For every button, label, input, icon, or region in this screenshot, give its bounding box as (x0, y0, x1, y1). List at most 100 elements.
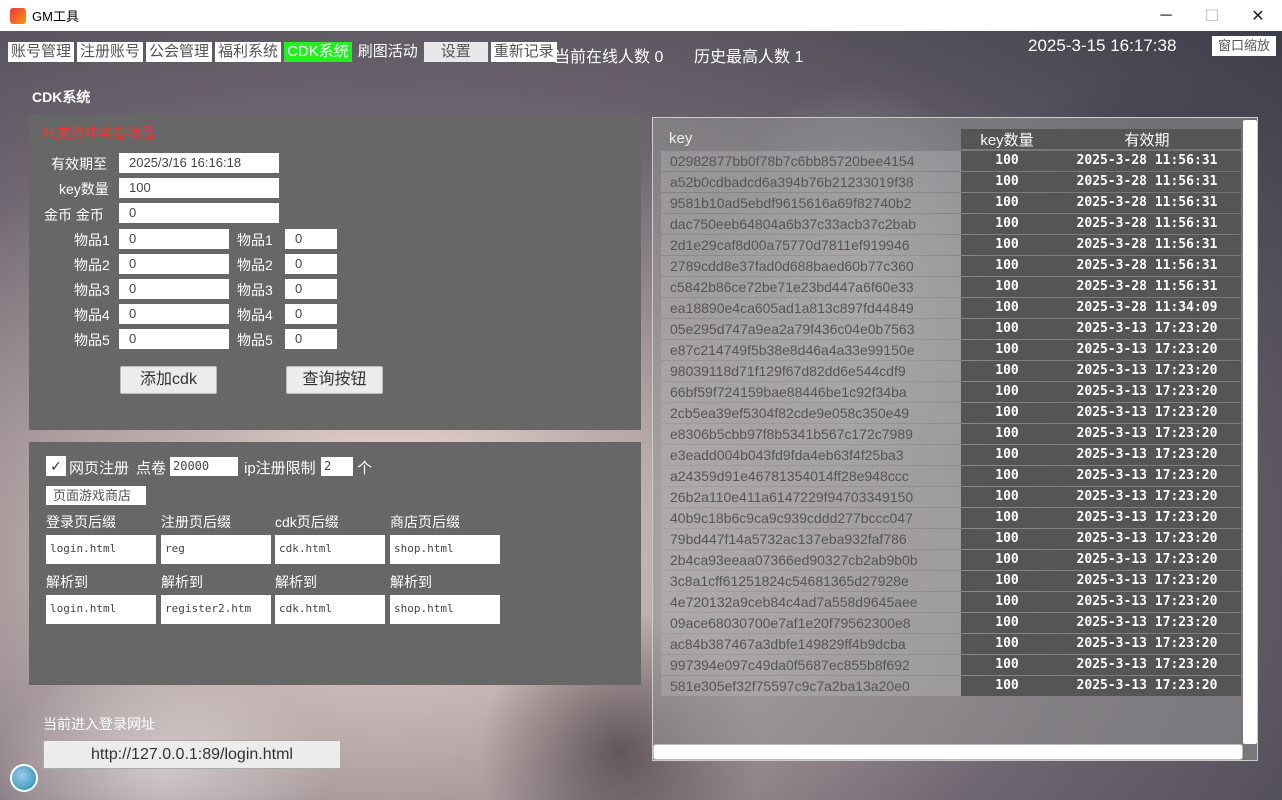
table-cell-key[interactable]: 2cb5ea39ef5304f82cde9e058c350e49 (661, 403, 961, 423)
table-cell-key[interactable]: 98039118d71f129f67d82dd6e544cdf9 (661, 361, 961, 381)
table-cell-expire[interactable]: 2025-3-13 17:23:20 (1053, 508, 1241, 528)
table-cell-expire[interactable]: 2025-3-13 17:23:20 (1053, 613, 1241, 633)
horizontal-scrollbar[interactable] (653, 744, 1243, 760)
table-cell-count[interactable]: 100 (961, 151, 1053, 171)
keycount-input[interactable]: 100 (119, 178, 279, 198)
item5-count-input[interactable]: 0 (285, 329, 337, 349)
cdk-resolve-input[interactable]: cdk.html (275, 595, 385, 624)
table-cell-key[interactable]: a24359d91e46781354014ff28e948ccc (661, 466, 961, 486)
table-cell-key[interactable]: ea18890e4ca605ad1a813c897fd44849 (661, 298, 961, 318)
window-zoom-button[interactable]: 窗口缩放 (1212, 36, 1276, 56)
table-cell-expire[interactable]: 2025-3-13 17:23:20 (1053, 634, 1241, 654)
table-cell-count[interactable]: 100 (961, 403, 1053, 423)
gold-input[interactable]: 0 (119, 203, 279, 223)
table-cell-count[interactable]: 100 (961, 655, 1053, 675)
menu-register-account[interactable]: 注册账号 (77, 42, 143, 62)
maximize-button[interactable]: ☐ (1189, 0, 1235, 31)
menu-account-manage[interactable]: 账号管理 (8, 42, 74, 62)
item3-input[interactable]: 0 (119, 279, 229, 299)
table-cell-count[interactable]: 100 (961, 319, 1053, 339)
item5-input[interactable]: 0 (119, 329, 229, 349)
menu-settings[interactable]: 设置 (424, 42, 488, 62)
table-cell-key[interactable]: dac750eeb64804a6b37c33acb37c2bab (661, 214, 961, 234)
table-cell-expire[interactable]: 2025-3-13 17:23:20 (1053, 529, 1241, 549)
item1-count-input[interactable]: 0 (285, 229, 337, 249)
table-cell-expire[interactable]: 2025-3-13 17:23:20 (1053, 424, 1241, 444)
table-cell-count[interactable]: 100 (961, 529, 1053, 549)
menu-cdk[interactable]: CDK系统 (284, 42, 352, 62)
table-cell-expire[interactable]: 2025-3-28 11:56:31 (1053, 151, 1241, 171)
table-cell-key[interactable]: a52b0cdbadcd6a394b76b21233019f38 (661, 172, 961, 192)
table-cell-count[interactable]: 100 (961, 676, 1053, 696)
table-cell-expire[interactable]: 2025-3-13 17:23:20 (1053, 361, 1241, 381)
table-cell-count[interactable]: 100 (961, 466, 1053, 486)
item2-count-input[interactable]: 0 (285, 254, 337, 274)
table-cell-expire[interactable]: 2025-3-28 11:56:31 (1053, 172, 1241, 192)
query-button[interactable]: 查询按钮 (286, 366, 383, 394)
table-cell-expire[interactable]: 2025-3-13 17:23:20 (1053, 571, 1241, 591)
menu-welfare[interactable]: 福利系统 (215, 42, 281, 62)
shop-suffix-input[interactable]: shop.html (390, 535, 500, 564)
table-cell-key[interactable]: 581e305ef32f75597c9c7a2ba13a20e0 (661, 676, 961, 696)
login-suffix-input[interactable]: login.html (46, 535, 156, 564)
table-cell-expire[interactable]: 2025-3-13 17:23:20 (1053, 382, 1241, 402)
vertical-scrollbar[interactable] (1243, 120, 1257, 744)
table-cell-expire[interactable]: 2025-3-28 11:56:31 (1053, 193, 1241, 213)
table-cell-count[interactable]: 100 (961, 592, 1053, 612)
table-cell-key[interactable]: 79bd447f14a5732ac137eba932faf786 (661, 529, 961, 549)
table-cell-count[interactable]: 100 (961, 571, 1053, 591)
item4-input[interactable]: 0 (119, 304, 229, 324)
table-cell-count[interactable]: 100 (961, 424, 1053, 444)
table-cell-expire[interactable]: 2025-3-13 17:23:20 (1053, 319, 1241, 339)
table-cell-count[interactable]: 100 (961, 634, 1053, 654)
table-cell-key[interactable]: e8306b5cbb97f8b5341b567c172c7989 (661, 424, 961, 444)
table-cell-expire[interactable]: 2025-3-13 17:23:20 (1053, 466, 1241, 486)
table-cell-count[interactable]: 100 (961, 214, 1053, 234)
table-cell-key[interactable]: e3eadd004b043fd9fda4eb63f4f25ba3 (661, 445, 961, 465)
table-cell-count[interactable]: 100 (961, 298, 1053, 318)
table-cell-count[interactable]: 100 (961, 487, 1053, 507)
table-cell-expire[interactable]: 2025-3-13 17:23:20 (1053, 592, 1241, 612)
login-resolve-input[interactable]: login.html (46, 595, 156, 624)
menu-dungeon-event[interactable]: 刷图活动 (355, 42, 421, 62)
table-cell-expire[interactable]: 2025-3-13 17:23:20 (1053, 487, 1241, 507)
table-cell-expire[interactable]: 2025-3-13 17:23:20 (1053, 655, 1241, 675)
table-cell-key[interactable]: c5842b86ce72be71e23bd447a6f60e33 (661, 277, 961, 297)
table-cell-count[interactable]: 100 (961, 508, 1053, 528)
add-cdk-button[interactable]: 添加cdk (120, 366, 217, 394)
table-cell-key[interactable]: 66bf59f724159bae88446be1c92f34ba (661, 382, 961, 402)
table-cell-key[interactable]: 3c8a1cff61251824c54681365d27928e (661, 571, 961, 591)
cdk-suffix-input[interactable]: cdk.html (275, 535, 385, 564)
table-cell-key[interactable]: 2d1e29caf8d00a75770d7811ef919946 (661, 235, 961, 255)
table-cell-count[interactable]: 100 (961, 277, 1053, 297)
table-cell-key[interactable]: 05e295d747a9ea2a79f436c04e0b7563 (661, 319, 961, 339)
table-cell-key[interactable]: 2b4ca93eeaa07366ed90327cb2ab9b0b (661, 550, 961, 570)
register-suffix-input[interactable]: reg (161, 535, 271, 564)
table-cell-expire[interactable]: 2025-3-13 17:23:20 (1053, 676, 1241, 696)
table-cell-count[interactable]: 100 (961, 445, 1053, 465)
table-cell-expire[interactable]: 2025-3-28 11:56:31 (1053, 214, 1241, 234)
register-resolve-input[interactable]: register2.htm (161, 595, 271, 624)
table-cell-count[interactable]: 100 (961, 256, 1053, 276)
minimize-button[interactable]: ─ (1143, 0, 1189, 31)
web-shop-button[interactable]: 页面游戏商店 (46, 486, 146, 505)
table-cell-expire[interactable]: 2025-3-28 11:56:31 (1053, 256, 1241, 276)
table-cell-key[interactable]: 40b9c18b6c9ca9c939cddd277bccc047 (661, 508, 961, 528)
login-url-button[interactable]: http://127.0.0.1:89/login.html (43, 740, 341, 769)
table-cell-key[interactable]: 2789cdd8e37fad0d688baed60b77c360 (661, 256, 961, 276)
item3-count-input[interactable]: 0 (285, 279, 337, 299)
item1-input[interactable]: 0 (119, 229, 229, 249)
web-register-checkbox[interactable]: ✓ (46, 456, 66, 476)
table-cell-count[interactable]: 100 (961, 361, 1053, 381)
assistant-icon[interactable] (10, 764, 38, 792)
item2-input[interactable]: 0 (119, 254, 229, 274)
table-cell-key[interactable]: 26b2a110e411a6147229f94703349150 (661, 487, 961, 507)
table-cell-count[interactable]: 100 (961, 340, 1053, 360)
close-button[interactable]: ✕ (1235, 0, 1281, 31)
table-cell-key[interactable]: 9581b10ad5ebdf9615616a69f82740b2 (661, 193, 961, 213)
shop-resolve-input[interactable]: shop.html (390, 595, 500, 624)
table-cell-key[interactable]: e87c214749f5b38e8d46a4a33e99150e (661, 340, 961, 360)
table-cell-key[interactable]: 997394e097c49da0f5687ec855b8f692 (661, 655, 961, 675)
item4-count-input[interactable]: 0 (285, 304, 337, 324)
points-input[interactable]: 20000 (170, 457, 238, 476)
